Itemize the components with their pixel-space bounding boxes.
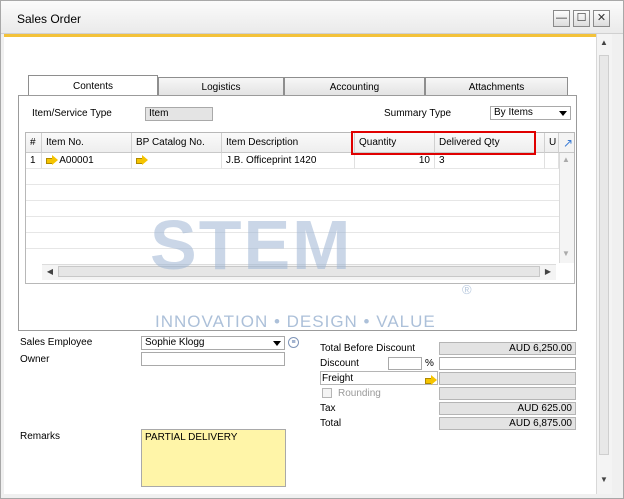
rounding-label: Rounding — [338, 388, 381, 399]
tax-value: AUD 625.00 — [439, 402, 576, 415]
info-list-icon[interactable]: ≡ — [288, 337, 299, 348]
col-header-description[interactable]: Item Description — [222, 133, 355, 153]
watermark-tagline: INNOVATION • DESIGN • VALUE — [155, 312, 436, 331]
empty-row[interactable] — [26, 185, 559, 201]
tab-accounting[interactable]: Accounting — [284, 77, 425, 96]
scroll-up-icon[interactable]: ▲ — [597, 36, 611, 50]
row1-item-no-cell[interactable]: A00001 — [42, 153, 132, 169]
col-header-num[interactable]: # — [26, 133, 42, 153]
watermark-registered: ® — [462, 282, 472, 297]
remarks-label: Remarks — [20, 431, 61, 442]
link-arrow-icon[interactable] — [46, 155, 58, 166]
col-header-item-no[interactable]: Item No. — [42, 133, 132, 153]
discount-amount-field[interactable] — [439, 357, 576, 370]
tax-label: Tax — [320, 403, 336, 414]
freight-value — [439, 372, 576, 385]
grid-scroll-up-icon[interactable]: ▲ — [559, 153, 573, 167]
tab-logistics[interactable]: Logistics — [158, 77, 284, 96]
rounding-value — [439, 387, 576, 400]
total-before-discount-label: Total Before Discount — [320, 343, 416, 354]
scroll-left-icon[interactable]: ◀ — [43, 265, 57, 279]
link-arrow-icon[interactable] — [136, 155, 148, 166]
expand-table-icon[interactable]: ↗ — [559, 133, 574, 153]
sales-employee-label: Sales Employee — [20, 337, 93, 348]
quantity-highlight-box — [351, 131, 536, 155]
freight-link-arrow-icon[interactable] — [425, 375, 437, 386]
remarks-textarea[interactable]: PARTIAL DELIVERY — [141, 429, 286, 487]
owner-label: Owner — [20, 354, 50, 365]
summary-type-select[interactable]: By Items — [490, 106, 571, 120]
maximize-button[interactable]: ☐ — [573, 10, 590, 27]
window-title: Sales Order — [17, 12, 82, 26]
tab-attachments[interactable]: Attachments — [425, 77, 568, 96]
minimize-button[interactable]: — — [553, 10, 570, 27]
row1-num: 1 — [26, 153, 42, 169]
discount-label: Discount — [320, 358, 359, 369]
row1-uom[interactable] — [545, 153, 559, 169]
close-button[interactable]: ✕ — [593, 10, 610, 27]
row1-quantity[interactable]: 10 — [355, 153, 435, 169]
rounding-checkbox[interactable] — [322, 388, 332, 398]
total-label: Total — [320, 418, 342, 429]
row1-delivered-qty[interactable]: 3 — [435, 153, 545, 169]
total-value: AUD 6,875.00 — [439, 417, 576, 430]
item-type-field[interactable]: Item — [145, 107, 213, 121]
row1-bp-catalog-cell[interactable] — [132, 153, 222, 169]
tab-contents[interactable]: Contents — [28, 75, 158, 96]
empty-row[interactable] — [26, 169, 559, 185]
freight-label-box — [320, 371, 438, 385]
row1-item-no: A00001 — [59, 155, 94, 166]
item-type-label: Item/Service Type — [32, 108, 112, 119]
summary-type-label: Summary Type — [384, 108, 452, 119]
vertical-scroll-thumb[interactable] — [599, 55, 609, 455]
owner-field[interactable] — [141, 352, 285, 366]
row1-description[interactable]: J.B. Officeprint 1420 — [222, 153, 355, 169]
col-header-bp-catalog[interactable]: BP Catalog No. — [132, 133, 222, 153]
title-bar[interactable] — [1, 1, 623, 34]
col-header-uom[interactable]: U — [545, 133, 559, 153]
percent-symbol: % — [425, 358, 434, 369]
grid-scroll-down-icon[interactable]: ▼ — [559, 247, 573, 261]
stem-watermark: STEM — [150, 206, 353, 284]
total-before-discount-value: AUD 6,250.00 — [439, 342, 576, 355]
scroll-down-icon[interactable]: ▼ — [597, 473, 611, 487]
sales-employee-select[interactable]: Sophie Klogg — [141, 336, 285, 350]
scroll-right-icon[interactable]: ▶ — [541, 265, 555, 279]
discount-percent-field[interactable] — [388, 357, 422, 370]
